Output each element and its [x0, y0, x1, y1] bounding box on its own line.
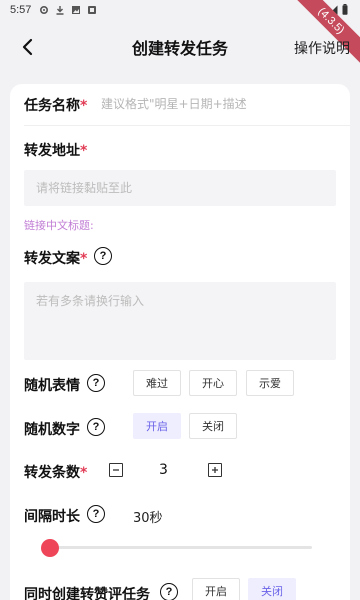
also-create-on-option[interactable]: 开启 — [192, 578, 240, 600]
battery-icon — [342, 4, 348, 18]
forward-url-input[interactable] — [24, 170, 336, 206]
decrement-button[interactable] — [109, 463, 123, 477]
chevron-left-icon — [22, 38, 33, 56]
settings-gear-icon — [39, 5, 49, 15]
minus-icon — [113, 469, 119, 471]
interval-label: 间隔时长 — [24, 509, 80, 525]
forward-text-help-icon[interactable]: ? — [94, 247, 112, 265]
help-link[interactable]: 操作说明 — [294, 38, 350, 58]
interval-slider-thumb[interactable] — [41, 539, 59, 557]
random-emoji-label: 随机表情 — [24, 378, 80, 394]
status-time: 5:57 — [10, 4, 32, 16]
plus-icon — [212, 467, 218, 473]
emoji-option-love[interactable]: 示爱 — [246, 370, 294, 396]
interval-value: 30秒 — [133, 511, 163, 526]
interval-help-icon[interactable]: ? — [87, 505, 105, 523]
random-number-label: 随机数字 — [24, 422, 80, 438]
also-create-off-option[interactable]: 关闭 — [248, 578, 296, 600]
task-name-label: 任务名称* — [24, 98, 88, 114]
link-title-hint: 链接中文标题: — [24, 219, 94, 232]
divider — [24, 125, 350, 126]
emoji-option-happy[interactable]: 开心 — [189, 370, 237, 396]
nav-bar: 创建转发任务 操作说明 — [0, 20, 360, 74]
also-create-label: 同时创建转赞评任务 — [24, 587, 150, 600]
forward-count-value: 3 — [159, 462, 168, 478]
also-create-help-icon[interactable]: ? — [160, 583, 178, 600]
forward-text-label: 转发文案* — [24, 251, 88, 267]
image-icon — [71, 5, 81, 15]
task-form-card: 任务名称* 转发地址* 链接中文标题: 转发文案* ? 随机表情 ? 难过 开心… — [10, 84, 350, 600]
card-icon — [87, 5, 97, 15]
page-title: 创建转发任务 — [131, 39, 228, 58]
interval-slider-track[interactable] — [50, 546, 312, 549]
task-name-input[interactable] — [101, 94, 341, 114]
forward-text-textarea[interactable] — [24, 282, 336, 360]
random-number-off-option[interactable]: 关闭 — [189, 413, 237, 439]
random-number-on-option[interactable]: 开启 — [133, 413, 181, 439]
back-button[interactable] — [14, 34, 40, 60]
increment-button[interactable] — [208, 463, 222, 477]
emoji-option-sad[interactable]: 难过 — [133, 370, 181, 396]
random-emoji-help-icon[interactable]: ? — [87, 374, 105, 392]
forward-url-label: 转发地址* — [24, 143, 88, 159]
download-icon — [55, 5, 65, 15]
forward-count-label: 转发条数* — [24, 465, 88, 481]
random-number-help-icon[interactable]: ? — [87, 418, 105, 436]
